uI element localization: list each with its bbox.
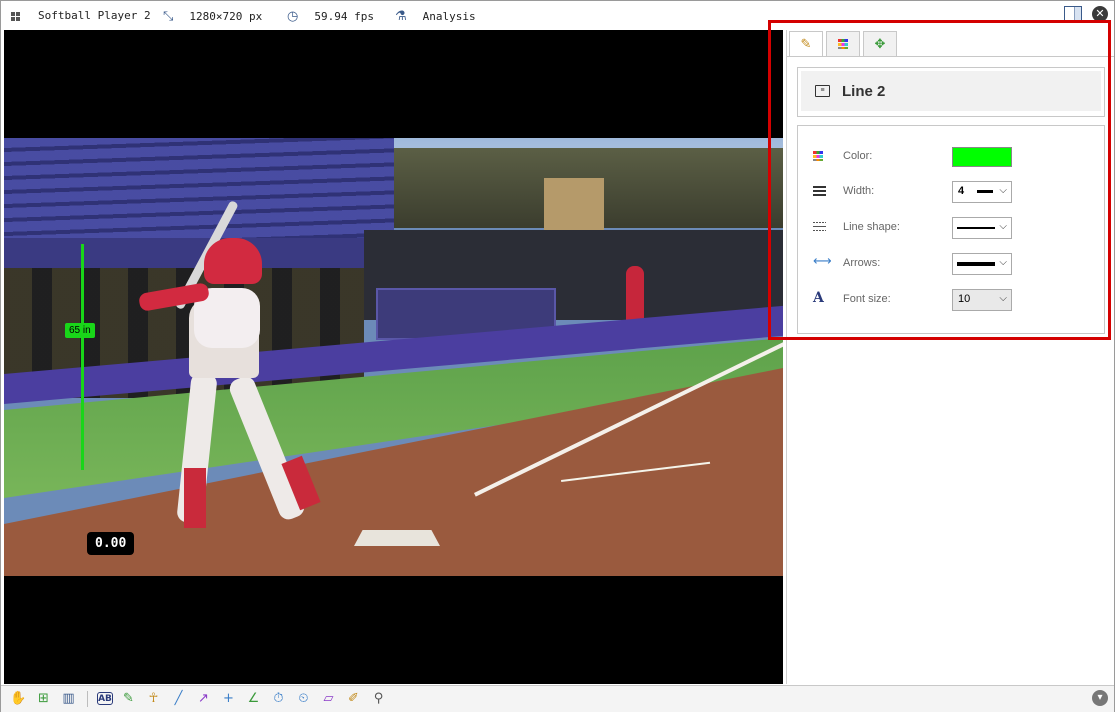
highlight-box	[768, 20, 1111, 340]
text-label-icon[interactable]: AB	[97, 692, 113, 705]
scene-bleacher-rows	[4, 138, 394, 248]
mode-text: Analysis	[422, 10, 476, 23]
resize-icon: ⤡	[163, 9, 174, 24]
expand-down-icon[interactable]: ▾	[1092, 690, 1108, 706]
arrow-icon[interactable]: ↗	[194, 690, 213, 707]
toolbar-separator	[87, 690, 88, 707]
mode-group: ⚗ Analysis	[395, 9, 476, 24]
microscope-icon: ⚗	[395, 9, 407, 24]
compare-icon[interactable]: ▥	[59, 690, 78, 707]
video-viewport[interactable]: 65 in 0.00	[4, 30, 783, 684]
counter-icon[interactable]: ⏲	[294, 690, 313, 707]
measurement-line[interactable]	[81, 244, 84, 470]
time-label[interactable]: 0.00	[87, 532, 135, 555]
framerate-text: 59.94 fps	[314, 10, 374, 23]
resolution-group: ⤡ 1280×720 px	[163, 9, 262, 24]
resolution-text: 1280×720 px	[189, 10, 263, 23]
video-frame[interactable]	[4, 138, 783, 576]
tools-strip: ✋ ⊞ ▥ AB ✎ ☥ ╱ ↗ + ∠ ⏱ ⏲ ▱ ✐ ⚲	[9, 690, 388, 707]
bottom-toolbar: ✋ ⊞ ▥ AB ✎ ☥ ╱ ↗ + ∠ ⏱ ⏲ ▱ ✐ ⚲ ▾	[1, 685, 1114, 712]
hand-icon[interactable]: ✋	[9, 690, 28, 707]
pencil-icon[interactable]: ✎	[119, 690, 138, 707]
human-model-icon[interactable]: ☥	[144, 690, 163, 707]
framerate-group: ◷ 59.94 fps	[287, 9, 374, 24]
batter-helmet	[204, 238, 262, 284]
line-icon[interactable]: ╱	[169, 690, 188, 707]
angle-icon[interactable]: ∠	[244, 690, 263, 707]
magnifier-brush-icon[interactable]: ✐	[344, 690, 363, 707]
grid-plane-icon[interactable]: ▱	[319, 690, 338, 707]
batter-sock-left	[184, 468, 206, 528]
video-name: Softball Player 2	[38, 9, 151, 22]
video-name-group: Softball Player 2	[11, 9, 151, 22]
scene-building	[544, 178, 604, 238]
magnifier-icon[interactable]: ⚲	[369, 690, 388, 707]
measurement-label[interactable]: 65 in	[65, 323, 95, 338]
chronometer-icon[interactable]: ⏱	[269, 690, 288, 707]
scene-home-plate	[354, 530, 440, 546]
clock-icon: ◷	[287, 9, 299, 24]
crosshair-icon[interactable]: +	[219, 690, 238, 707]
add-keyframe-icon[interactable]: ⊞	[34, 690, 53, 707]
grid-icon	[11, 12, 20, 21]
